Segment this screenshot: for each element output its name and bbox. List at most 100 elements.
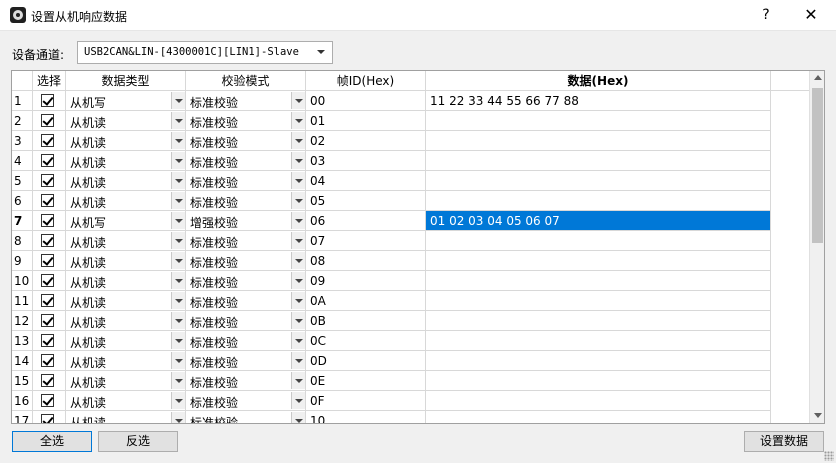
checksum-mode-select[interactable]: 标准校验 bbox=[186, 171, 306, 191]
select-checkbox[interactable] bbox=[41, 234, 54, 247]
data-type-select[interactable]: 从机读 bbox=[66, 191, 186, 211]
chevron-down-icon[interactable] bbox=[291, 232, 305, 249]
chevron-down-icon[interactable] bbox=[291, 372, 305, 389]
frame-id-cell[interactable]: 10 bbox=[306, 411, 426, 423]
column-header-id[interactable]: 帧ID(Hex) bbox=[306, 71, 426, 91]
select-checkbox[interactable] bbox=[41, 214, 54, 227]
set-data-button[interactable]: 设置数据 bbox=[744, 431, 824, 452]
chevron-down-icon[interactable] bbox=[291, 312, 305, 329]
checksum-mode-select[interactable]: 标准校验 bbox=[186, 231, 306, 251]
table-row[interactable]: 12 从机读 标准校验 0B bbox=[12, 311, 771, 331]
row-number[interactable]: 1 bbox=[12, 91, 33, 111]
chevron-down-icon[interactable] bbox=[171, 272, 185, 289]
chevron-down-icon[interactable] bbox=[171, 292, 185, 309]
row-number[interactable]: 12 bbox=[12, 311, 33, 331]
chevron-down-icon[interactable] bbox=[291, 92, 305, 109]
checksum-mode-select[interactable]: 标准校验 bbox=[186, 111, 306, 131]
chevron-down-icon[interactable] bbox=[291, 152, 305, 169]
data-type-select[interactable]: 从机读 bbox=[66, 331, 186, 351]
device-channel-select[interactable]: USB2CAN&LIN-[4300001C][LIN1]-Slave bbox=[77, 41, 333, 64]
chevron-down-icon[interactable] bbox=[171, 392, 185, 409]
select-checkbox[interactable] bbox=[41, 114, 54, 127]
frame-id-cell[interactable]: 0E bbox=[306, 371, 426, 391]
table-row[interactable]: 6 从机读 标准校验 05 bbox=[12, 191, 771, 211]
row-number[interactable]: 5 bbox=[12, 171, 33, 191]
checksum-mode-select[interactable]: 增强校验 bbox=[186, 211, 306, 231]
row-number[interactable]: 16 bbox=[12, 391, 33, 411]
select-checkbox[interactable] bbox=[41, 394, 54, 407]
chevron-down-icon[interactable] bbox=[171, 92, 185, 109]
select-checkbox[interactable] bbox=[41, 154, 54, 167]
data-hex-cell[interactable] bbox=[426, 411, 771, 423]
row-number[interactable]: 10 bbox=[12, 271, 33, 291]
chevron-down-icon[interactable] bbox=[291, 332, 305, 349]
chevron-down-icon[interactable] bbox=[291, 392, 305, 409]
chevron-down-icon[interactable] bbox=[291, 212, 305, 229]
select-checkbox[interactable] bbox=[41, 174, 54, 187]
data-hex-cell[interactable]: 01 02 03 04 05 06 07 bbox=[426, 211, 771, 231]
row-number[interactable]: 14 bbox=[12, 351, 33, 371]
checksum-mode-select[interactable]: 标准校验 bbox=[186, 411, 306, 423]
select-checkbox[interactable] bbox=[41, 314, 54, 327]
chevron-down-icon[interactable] bbox=[171, 152, 185, 169]
frame-id-cell[interactable]: 00 bbox=[306, 91, 426, 111]
chevron-down-icon[interactable] bbox=[291, 112, 305, 129]
row-number[interactable]: 9 bbox=[12, 251, 33, 271]
select-checkbox[interactable] bbox=[41, 374, 54, 387]
chevron-down-icon[interactable] bbox=[171, 212, 185, 229]
chevron-down-icon[interactable] bbox=[291, 172, 305, 189]
invert-selection-button[interactable]: 反选 bbox=[98, 431, 178, 452]
column-header-mode[interactable]: 校验模式 bbox=[186, 71, 306, 91]
select-checkbox[interactable] bbox=[41, 194, 54, 207]
row-number[interactable]: 7 bbox=[12, 211, 33, 231]
chevron-down-icon[interactable] bbox=[171, 132, 185, 149]
data-hex-cell[interactable] bbox=[426, 311, 771, 331]
select-checkbox[interactable] bbox=[41, 414, 54, 423]
resize-grip-icon[interactable] bbox=[824, 451, 834, 461]
select-checkbox[interactable] bbox=[41, 354, 54, 367]
row-number[interactable]: 4 bbox=[12, 151, 33, 171]
frame-id-cell[interactable]: 06 bbox=[306, 211, 426, 231]
data-hex-cell[interactable] bbox=[426, 111, 771, 131]
select-checkbox[interactable] bbox=[41, 254, 54, 267]
data-hex-cell[interactable] bbox=[426, 371, 771, 391]
table-row[interactable]: 14 从机读 标准校验 0D bbox=[12, 351, 771, 371]
data-type-select[interactable]: 从机读 bbox=[66, 411, 186, 423]
checksum-mode-select[interactable]: 标准校验 bbox=[186, 251, 306, 271]
checksum-mode-select[interactable]: 标准校验 bbox=[186, 191, 306, 211]
row-number[interactable]: 2 bbox=[12, 111, 33, 131]
data-hex-cell[interactable] bbox=[426, 131, 771, 151]
scroll-thumb[interactable] bbox=[812, 88, 823, 243]
data-type-select[interactable]: 从机读 bbox=[66, 251, 186, 271]
frame-id-cell[interactable]: 09 bbox=[306, 271, 426, 291]
checksum-mode-select[interactable]: 标准校验 bbox=[186, 331, 306, 351]
row-number[interactable]: 6 bbox=[12, 191, 33, 211]
column-header-select[interactable]: 选择 bbox=[33, 71, 66, 91]
column-header-type[interactable]: 数据类型 bbox=[66, 71, 186, 91]
frame-id-cell[interactable]: 0D bbox=[306, 351, 426, 371]
data-type-select[interactable]: 从机读 bbox=[66, 151, 186, 171]
chevron-down-icon[interactable] bbox=[291, 352, 305, 369]
row-number[interactable]: 8 bbox=[12, 231, 33, 251]
row-number[interactable]: 15 bbox=[12, 371, 33, 391]
chevron-down-icon[interactable] bbox=[171, 312, 185, 329]
table-row[interactable]: 3 从机读 标准校验 02 bbox=[12, 131, 771, 151]
chevron-down-icon[interactable] bbox=[171, 192, 185, 209]
column-header-data[interactable]: 数据(Hex) bbox=[426, 71, 771, 91]
data-type-select[interactable]: 从机读 bbox=[66, 351, 186, 371]
table-row[interactable]: 1 从机写 标准校验 00 11 22 33 44 55 66 77 88 bbox=[12, 91, 771, 111]
frame-id-cell[interactable]: 04 bbox=[306, 171, 426, 191]
select-checkbox[interactable] bbox=[41, 134, 54, 147]
checksum-mode-select[interactable]: 标准校验 bbox=[186, 391, 306, 411]
frame-id-cell[interactable]: 01 bbox=[306, 111, 426, 131]
row-number[interactable]: 11 bbox=[12, 291, 33, 311]
data-type-select[interactable]: 从机读 bbox=[66, 291, 186, 311]
table-row[interactable]: 10 从机读 标准校验 09 bbox=[12, 271, 771, 291]
table-row[interactable]: 7 从机写 增强校验 06 01 02 03 04 05 06 07 bbox=[12, 211, 771, 231]
checksum-mode-select[interactable]: 标准校验 bbox=[186, 131, 306, 151]
data-hex-cell[interactable]: 11 22 33 44 55 66 77 88 bbox=[426, 91, 771, 111]
checksum-mode-select[interactable]: 标准校验 bbox=[186, 371, 306, 391]
chevron-down-icon[interactable] bbox=[291, 272, 305, 289]
chevron-down-icon[interactable] bbox=[171, 372, 185, 389]
row-number[interactable]: 17 bbox=[12, 411, 33, 423]
